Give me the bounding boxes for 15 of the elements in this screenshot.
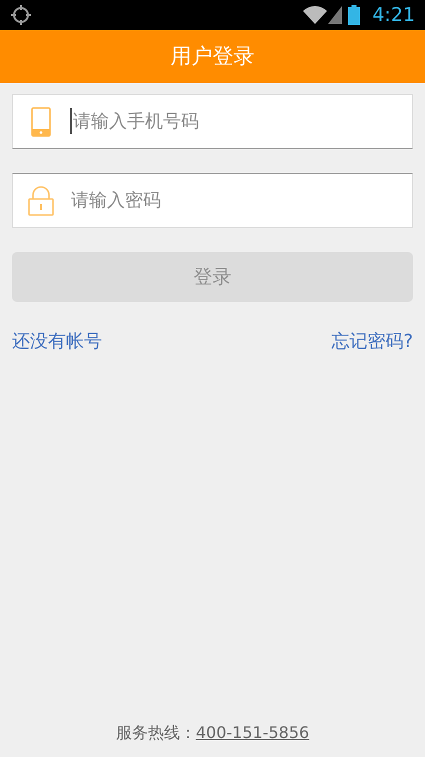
register-link[interactable]: 还没有帐号 — [12, 328, 102, 355]
battery-icon — [348, 5, 360, 25]
hotline-phone-link[interactable]: 400-151-5856 — [196, 721, 310, 745]
forgot-password-link[interactable]: 忘记密码? — [331, 328, 413, 355]
location-icon — [10, 4, 32, 26]
clock-time: 4:21 — [372, 2, 415, 28]
wifi-icon — [303, 6, 328, 24]
phone-icon — [31, 106, 51, 136]
text-cursor — [70, 108, 72, 134]
lock-icon — [28, 186, 54, 216]
page-title: 用户登录 — [170, 42, 254, 70]
signal-icon — [328, 6, 342, 24]
hotline-label: 服务热线： — [116, 722, 196, 744]
phone-number-field[interactable]: 请输入手机号码 — [12, 94, 413, 149]
password-field[interactable]: 请输入密码 — [12, 173, 413, 228]
